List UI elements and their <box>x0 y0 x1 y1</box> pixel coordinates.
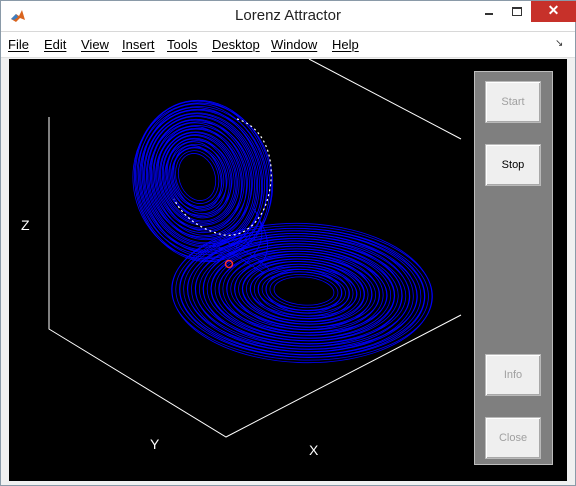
trajectory-loop-lower <box>265 271 343 311</box>
menu-insert[interactable]: Insert <box>122 37 155 52</box>
maximize-icon <box>512 7 522 16</box>
trajectory-loop-lower <box>242 261 365 323</box>
menu-edit[interactable]: Edit <box>44 37 66 52</box>
menu-bar: File Edit View Insert Tools Desktop Wind… <box>1 32 575 58</box>
menu-view[interactable]: View <box>81 37 109 52</box>
minimize-icon <box>485 13 493 15</box>
maximize-button[interactable] <box>503 1 531 22</box>
info-button[interactable]: Info <box>485 354 541 396</box>
control-panel: Start Stop Info Close <box>474 71 553 465</box>
figure-window: Lorenz Attractor ✕ File Edit View Insert… <box>0 0 576 486</box>
title-bar[interactable]: Lorenz Attractor ✕ <box>1 1 576 32</box>
stop-button[interactable]: Stop <box>485 144 541 186</box>
menu-tools[interactable]: Tools <box>167 37 197 52</box>
close-button[interactable]: Close <box>485 417 541 459</box>
close-window-button[interactable]: ✕ <box>531 1 576 22</box>
lorenz-trajectory <box>132 99 433 364</box>
dock-arrow-icon[interactable]: ↘ <box>555 38 563 49</box>
menu-window[interactable]: Window <box>271 37 317 52</box>
figure-canvas: Z Y X Start Stop Info Close <box>9 59 567 481</box>
y-axis-label: Y <box>150 436 160 452</box>
menu-file[interactable]: File <box>8 37 29 52</box>
minimize-button[interactable] <box>475 1 503 22</box>
start-button[interactable]: Start <box>485 81 541 123</box>
z-axis-label: Z <box>21 217 30 233</box>
close-icon: ✕ <box>547 2 560 18</box>
menu-desktop[interactable]: Desktop <box>212 37 260 52</box>
x-axis-label: X <box>309 442 319 458</box>
menu-help[interactable]: Help <box>332 37 359 52</box>
axis-box-top-edge <box>308 59 462 140</box>
